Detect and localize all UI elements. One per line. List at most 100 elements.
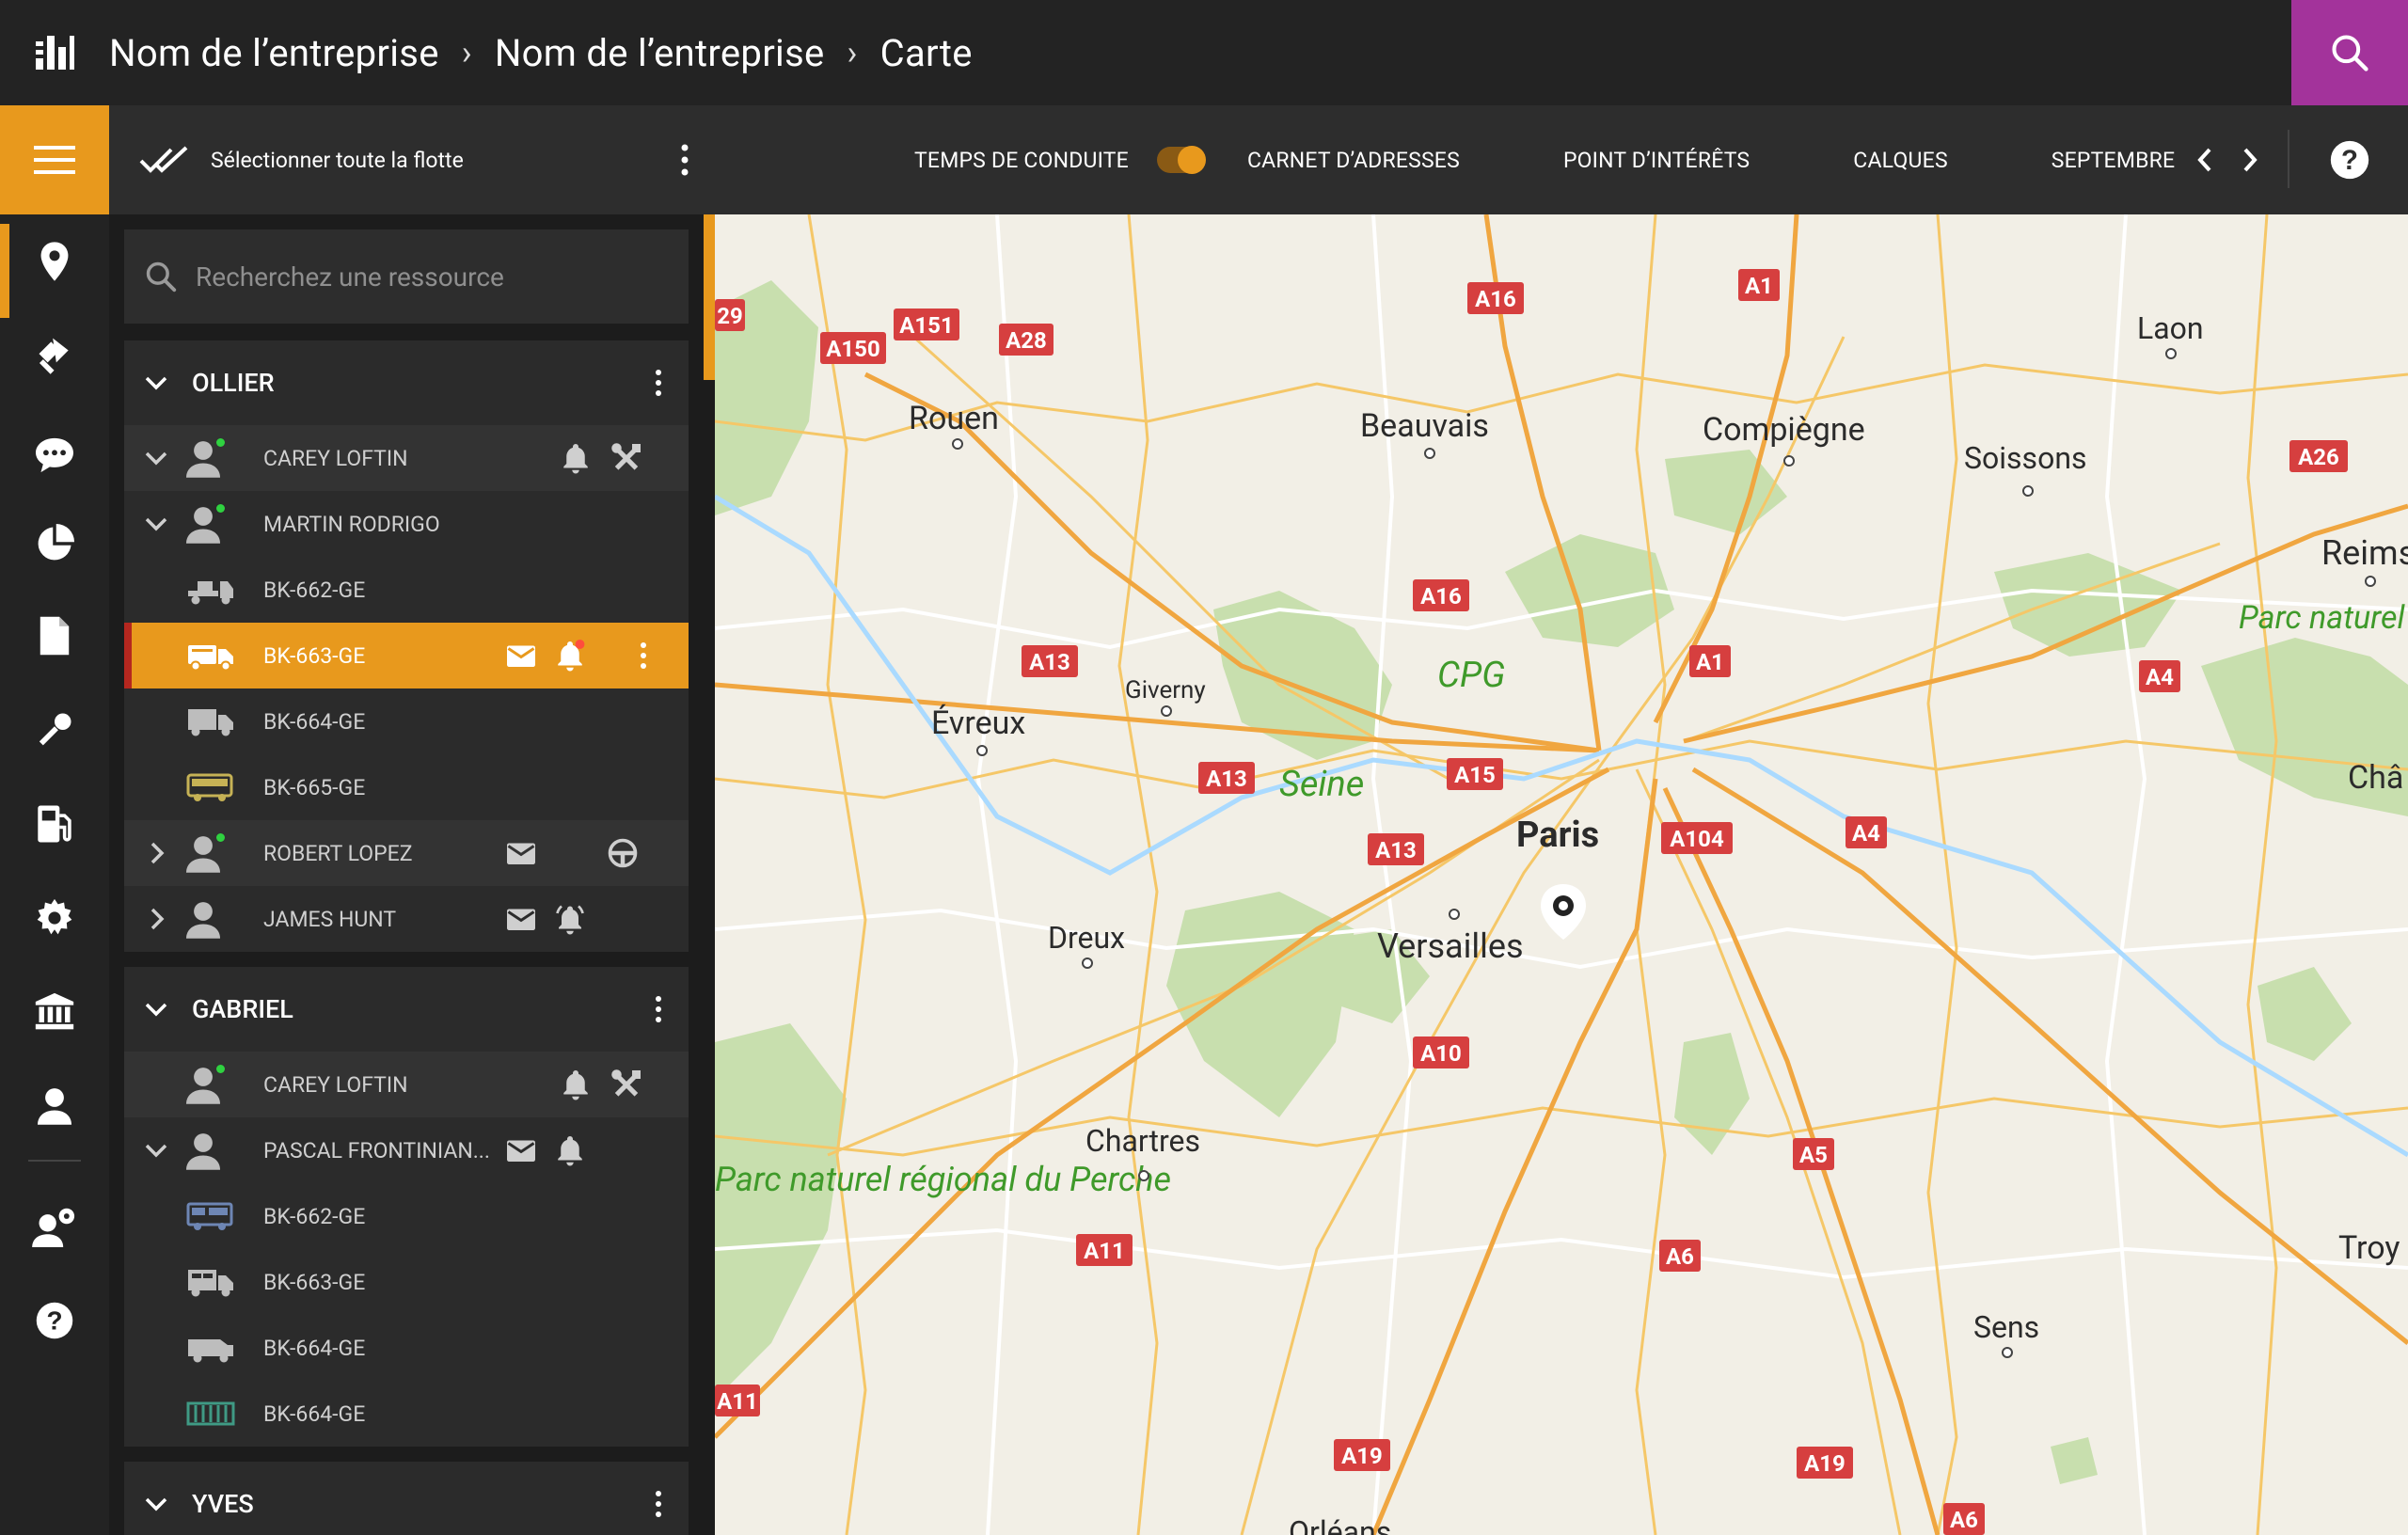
select-all-label: Sélectionner toute la flotte: [211, 147, 464, 173]
help-icon: ?: [36, 1302, 73, 1339]
nav-settings[interactable]: [0, 880, 109, 956]
bell-icon[interactable]: [553, 1133, 587, 1167]
city-soissons: Soissons: [1964, 440, 2087, 476]
resource-search-input[interactable]: [196, 261, 666, 293]
bell-alert-icon[interactable]: [553, 639, 587, 673]
nav-help[interactable]: ?: [0, 1283, 109, 1358]
poi-button[interactable]: POINT D’INTÉRÊTS: [1563, 148, 1750, 173]
vehicle-row[interactable]: BK-664-GE: [124, 1315, 689, 1381]
nav-tools[interactable]: [0, 692, 109, 768]
bell-icon[interactable]: [559, 1068, 593, 1101]
svg-text:A5: A5: [1799, 1142, 1828, 1168]
document-icon: [40, 616, 70, 656]
panel-scrollbar-thumb[interactable]: [704, 214, 715, 380]
chevron-down-icon[interactable]: [143, 445, 169, 471]
mail-icon[interactable]: [504, 1133, 538, 1167]
alarm-bell-icon[interactable]: [553, 902, 587, 936]
driver-row[interactable]: ROBERT LOPEZ: [124, 820, 689, 886]
chevron-left-icon[interactable]: [2195, 146, 2214, 174]
tools-icon[interactable]: [610, 441, 643, 475]
nav-drivers[interactable]: [0, 1068, 109, 1144]
group-options-button[interactable]: [640, 1485, 677, 1523]
city-dreux: Dreux: [1048, 920, 1125, 956]
city-sens: Sens: [1973, 1309, 2039, 1345]
group-header[interactable]: GABRIEL: [124, 967, 689, 1052]
city-versailles: Versailles: [1377, 926, 1524, 966]
nav-map[interactable]: [0, 224, 109, 318]
driver-row[interactable]: CAREY LOFTIN: [124, 1052, 689, 1117]
city-compiegne: Compiègne: [1703, 411, 1865, 449]
group-gabriel: GABRIEL CAREY LOFTIN PASCAL FRONTINIAN..…: [124, 967, 689, 1447]
chevron-right-icon[interactable]: [2241, 146, 2259, 174]
city-chartres: Chartres: [1085, 1123, 1200, 1159]
svg-text:?: ?: [2341, 145, 2358, 176]
nav-messages[interactable]: [0, 418, 109, 493]
group-options-button[interactable]: [640, 364, 677, 402]
driving-time-toggle[interactable]: [1156, 146, 1206, 174]
group-header[interactable]: YVES: [124, 1462, 689, 1535]
chevron-down-icon[interactable]: [143, 1137, 169, 1163]
van-icon: [188, 1339, 233, 1363]
wrench-icon: [39, 713, 71, 746]
address-book-button[interactable]: CARNET D’ADRESSES: [1247, 148, 1460, 173]
nav-documents[interactable]: [0, 598, 109, 673]
breadcrumb-company-2[interactable]: Nom de l’entreprise: [495, 31, 825, 75]
vehicle-options-button[interactable]: [640, 637, 647, 680]
person-icon: [38, 1088, 71, 1125]
chevron-right-icon[interactable]: [143, 840, 169, 866]
breadcrumb-company-1[interactable]: Nom de l’entreprise: [109, 31, 439, 75]
svg-text:A151: A151: [899, 312, 953, 339]
mail-icon[interactable]: [504, 836, 538, 870]
mail-icon[interactable]: [504, 639, 538, 673]
svg-text:A16: A16: [1420, 583, 1462, 609]
vehicle-location-marker[interactable]: [1541, 884, 1586, 940]
nav-sites[interactable]: [0, 974, 109, 1050]
vehicle-row[interactable]: BK-665-GE: [124, 754, 689, 820]
hamburger-menu-button[interactable]: [0, 105, 109, 214]
driver-row[interactable]: PASCAL FRONTINIAN...: [124, 1117, 689, 1183]
driver-avatar-icon: [186, 507, 220, 544]
svg-text:A104: A104: [1670, 826, 1724, 852]
vehicle-row-selected[interactable]: BK-663-GE: [124, 623, 689, 688]
nav-user-settings[interactable]: [0, 1189, 109, 1264]
group-name: OLLIER: [192, 368, 275, 398]
chat-bubble-icon: [36, 437, 73, 473]
mail-icon[interactable]: [504, 902, 538, 936]
vehicle-row[interactable]: BK-664-GE: [124, 688, 689, 754]
vehicle-row[interactable]: BK-664-GE: [124, 1381, 689, 1447]
help-button[interactable]: ?: [2329, 139, 2370, 184]
bell-icon[interactable]: [559, 441, 593, 475]
vehicle-row[interactable]: BK-662-GE: [124, 557, 689, 623]
group-header[interactable]: OLLIER: [124, 340, 689, 425]
vehicle-plate: BK-664-GE: [263, 1401, 366, 1427]
fleet-options-button[interactable]: [666, 141, 704, 179]
map-view[interactable]: 29 A151 A150 A28 A16 A1 A26 A16 A13 A1 A…: [715, 214, 2408, 1535]
driver-row[interactable]: MARTIN RODRIGO: [124, 491, 689, 557]
vehicle-row[interactable]: BK-663-GE: [124, 1249, 689, 1315]
tools-icon[interactable]: [610, 1068, 643, 1101]
company-logo-icon[interactable]: [0, 0, 109, 105]
layers-button[interactable]: CALQUES: [1853, 148, 1948, 173]
box-truck-icon: [188, 1270, 233, 1297]
chevron-down-icon[interactable]: [143, 511, 169, 537]
driver-row[interactable]: JAMES HUNT: [124, 886, 689, 952]
camper-icon: [186, 1202, 233, 1230]
group-options-button[interactable]: [640, 990, 677, 1028]
global-search-button[interactable]: [2291, 0, 2408, 105]
select-all-fleet[interactable]: Sélectionner toute la flotte: [109, 105, 704, 214]
chevron-right-icon[interactable]: [143, 906, 169, 932]
svg-text:A11: A11: [717, 1388, 758, 1415]
breadcrumb-separator: ›: [847, 33, 858, 72]
nav-navigation[interactable]: [0, 318, 109, 393]
nav-fuel[interactable]: [0, 786, 109, 862]
breadcrumb-separator: ›: [461, 33, 472, 72]
chevron-down-icon: [145, 376, 167, 390]
steering-wheel-icon[interactable]: [606, 836, 640, 870]
panel-scrollbar[interactable]: [704, 214, 715, 1535]
vehicle-row[interactable]: BK-662-GE: [124, 1183, 689, 1249]
driver-row[interactable]: CAREY LOFTIN: [124, 425, 689, 491]
nav-reports[interactable]: [0, 506, 109, 581]
signpost-icon: [39, 338, 69, 374]
driver-avatar-icon: [186, 902, 220, 939]
map-canvas[interactable]: 29 A151 A150 A28 A16 A1 A26 A16 A13 A1 A…: [715, 214, 2408, 1535]
